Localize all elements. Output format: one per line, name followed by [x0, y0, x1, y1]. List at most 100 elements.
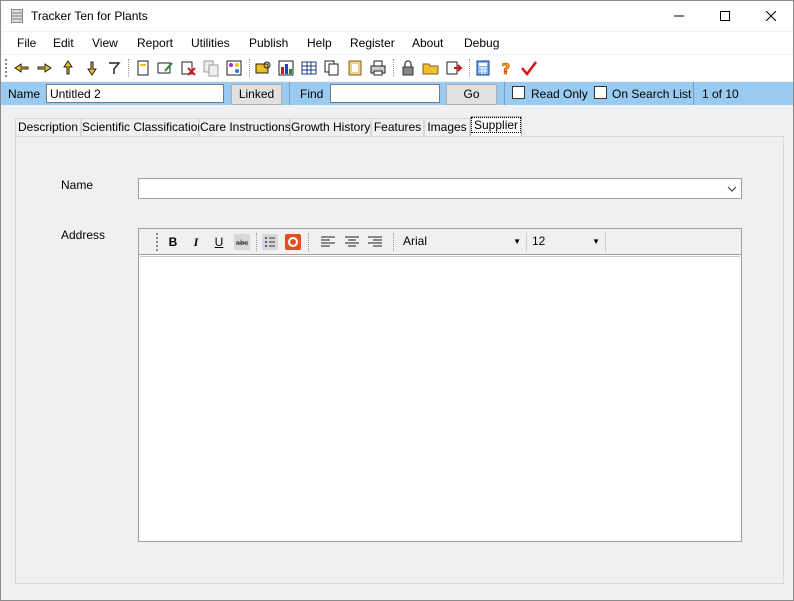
- tab-growth-history[interactable]: Growth History: [290, 118, 371, 136]
- chevron-down-icon: [727, 186, 737, 192]
- align-left-icon[interactable]: [319, 233, 337, 251]
- dropdown-arrow-icon: ▼: [592, 237, 600, 246]
- copy-record-icon[interactable]: [202, 59, 220, 77]
- title-bar: Tracker Ten for Plants: [1, 1, 793, 31]
- tab-features[interactable]: Features: [371, 118, 424, 136]
- menu-publish[interactable]: Publish: [249, 36, 288, 50]
- app-icon: [11, 9, 23, 23]
- italic-button[interactable]: I: [187, 233, 205, 251]
- menu-utilities[interactable]: Utilities: [191, 36, 230, 50]
- align-center-icon[interactable]: [343, 233, 361, 251]
- find-input[interactable]: [330, 84, 440, 103]
- minimize-icon: [674, 15, 684, 17]
- navbar-separator: [693, 82, 694, 105]
- app-window: Tracker Ten for Plants File Edit View Re…: [0, 0, 794, 601]
- font-size-value: 12: [532, 234, 546, 248]
- menu-about[interactable]: About: [412, 36, 443, 50]
- lock-icon[interactable]: [399, 59, 417, 77]
- menu-debug[interactable]: Debug: [464, 36, 499, 50]
- navbar-separator: [504, 82, 505, 105]
- editor-toolbar: B I U abc Arial ▼ 12 ▼: [139, 229, 741, 255]
- toolbar-separator: [249, 59, 251, 77]
- edit-record-icon[interactable]: [156, 59, 174, 77]
- menu-edit[interactable]: Edit: [53, 36, 74, 50]
- minimize-button[interactable]: [656, 1, 702, 31]
- supplier-name-combobox[interactable]: [138, 178, 742, 199]
- tab-images[interactable]: Images: [424, 118, 470, 136]
- editor-toolbar-grip: [156, 233, 158, 251]
- window-title: Tracker Ten for Plants: [31, 9, 148, 23]
- menu-view[interactable]: View: [92, 36, 118, 50]
- main-toolbar: ?: [1, 55, 793, 81]
- help-icon[interactable]: ?: [497, 59, 515, 77]
- filmstrip-icon[interactable]: [346, 59, 364, 77]
- menu-file[interactable]: File: [17, 36, 36, 50]
- record-name-input[interactable]: [46, 84, 224, 103]
- font-name-value: Arial: [403, 234, 428, 248]
- delete-record-icon[interactable]: [179, 59, 197, 77]
- editor-separator: [605, 233, 606, 251]
- menu-help[interactable]: Help: [307, 36, 332, 50]
- dropdown-arrow-icon: ▼: [513, 237, 521, 246]
- toolbar-separator: [393, 59, 395, 77]
- insert-object-icon[interactable]: [284, 233, 302, 251]
- table-view-icon[interactable]: [300, 59, 318, 77]
- svg-text:?: ?: [502, 60, 511, 77]
- address-rich-text-editor: B I U abc Arial ▼ 12 ▼: [138, 228, 742, 542]
- last-record-icon[interactable]: [83, 59, 101, 77]
- toolbar-grip: [5, 59, 10, 77]
- name-label: Name: [8, 87, 41, 101]
- linked-button[interactable]: Linked: [231, 84, 282, 105]
- tab-description[interactable]: Description: [15, 118, 81, 136]
- calculator-icon[interactable]: [474, 59, 492, 77]
- editor-separator: [256, 233, 257, 251]
- on-search-list-checkbox[interactable]: [594, 86, 607, 99]
- new-record-icon[interactable]: [134, 59, 152, 77]
- record-navbar: Name Linked Find Go Read Only On Search …: [1, 82, 793, 105]
- chart-icon[interactable]: [277, 59, 295, 77]
- supplier-name-label: Name: [61, 178, 94, 192]
- close-icon: [766, 11, 776, 21]
- next-record-icon[interactable]: [35, 59, 53, 77]
- jump-record-icon[interactable]: [105, 59, 123, 77]
- maximize-button[interactable]: [702, 1, 748, 31]
- tab-care-instructions[interactable]: Care Instructions: [199, 118, 291, 136]
- navbar-separator: [289, 82, 290, 105]
- first-record-icon[interactable]: [13, 59, 31, 77]
- on-search-list-label: On Search List: [612, 87, 692, 101]
- bullet-list-icon[interactable]: [261, 233, 279, 251]
- maximize-icon: [720, 11, 730, 21]
- tab-supplier[interactable]: Supplier: [470, 116, 522, 136]
- export-icon[interactable]: [445, 59, 463, 77]
- tab-scientific-classification[interactable]: Scientific Classification: [81, 118, 204, 136]
- menu-report[interactable]: Report: [137, 36, 173, 50]
- open-folder-icon[interactable]: [422, 59, 440, 77]
- editor-separator: [526, 233, 527, 251]
- sort-records-icon[interactable]: [225, 59, 243, 77]
- go-button[interactable]: Go: [446, 84, 497, 105]
- align-right-icon[interactable]: [366, 233, 384, 251]
- find-label: Find: [300, 87, 324, 101]
- print-icon[interactable]: [369, 59, 387, 77]
- read-only-checkbox[interactable]: [512, 86, 525, 99]
- supplier-address-label: Address: [61, 228, 106, 242]
- menu-register[interactable]: Register: [350, 36, 395, 50]
- close-button[interactable]: [748, 1, 794, 31]
- editor-separator: [308, 233, 309, 251]
- read-only-label: Read Only: [531, 87, 588, 101]
- font-size-dropdown[interactable]: 12 ▼: [528, 232, 604, 251]
- editor-separator: [393, 233, 394, 251]
- strikethrough-icon[interactable]: abc: [233, 233, 251, 251]
- underline-button[interactable]: U: [210, 233, 228, 251]
- font-name-dropdown[interactable]: Arial ▼: [397, 232, 525, 251]
- address-text-area[interactable]: [140, 256, 740, 541]
- menu-bar: File Edit View Report Utilities Publish …: [1, 32, 793, 54]
- bold-button[interactable]: B: [164, 233, 182, 251]
- pages-icon[interactable]: [323, 59, 341, 77]
- record-counter: 1 of 10: [702, 87, 739, 101]
- previous-record-icon[interactable]: [59, 59, 77, 77]
- tab-supplier-label: Supplier: [471, 117, 522, 133]
- check-icon[interactable]: [520, 59, 538, 77]
- search-icon[interactable]: [254, 59, 272, 77]
- toolbar-separator: [469, 59, 471, 77]
